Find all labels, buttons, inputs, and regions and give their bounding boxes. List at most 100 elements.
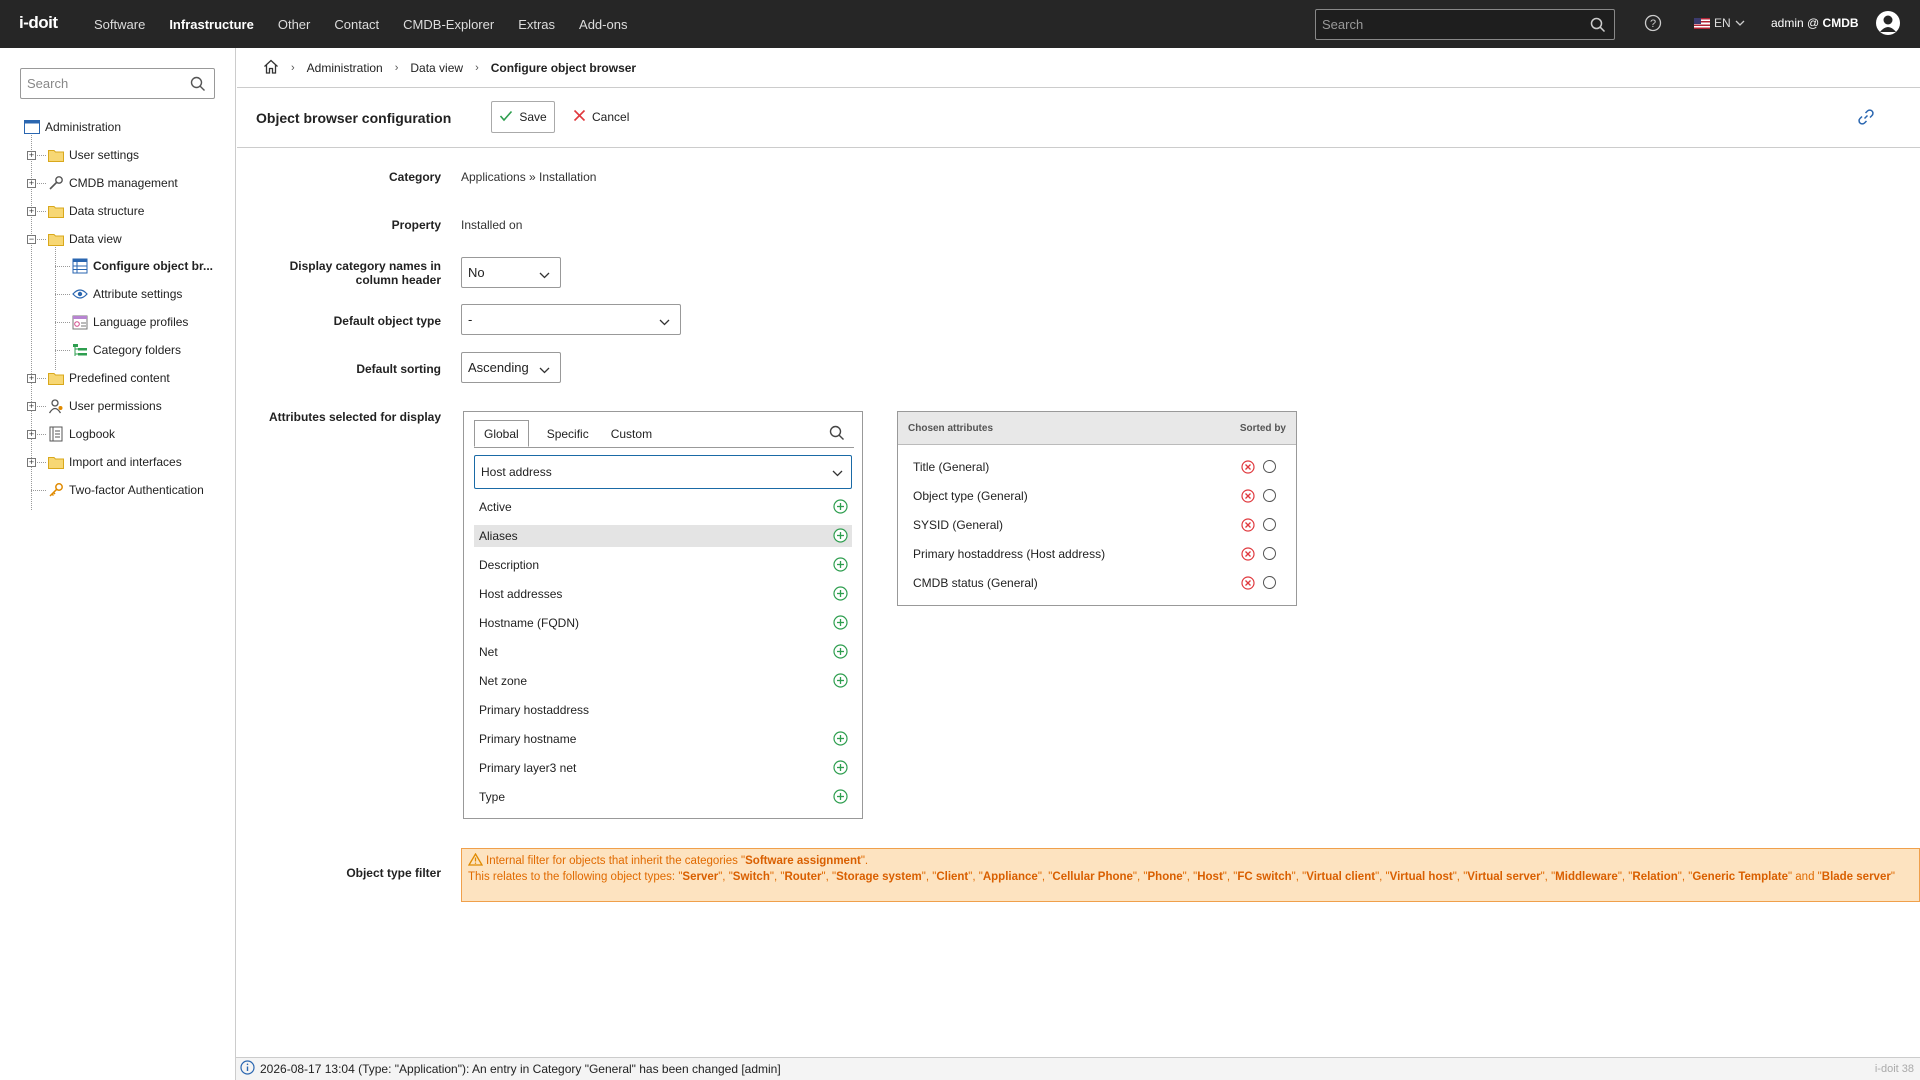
link-icon[interactable] [1857,108,1875,129]
attribute-item-label: Active [479,500,512,514]
sort-radio[interactable] [1263,489,1276,502]
app-logo[interactable]: i-doit [19,13,58,33]
sort-radio[interactable] [1263,576,1276,589]
global-search-input[interactable] [1316,10,1614,39]
add-circle-icon[interactable] [833,731,848,749]
breadcrumb-item[interactable]: Data view [410,61,463,75]
remove-circle-icon[interactable] [1241,489,1255,506]
add-circle-icon[interactable] [833,673,848,691]
remove-circle-icon[interactable] [1241,460,1255,477]
tab-global[interactable]: Global [474,420,529,447]
sidebar-item-configure-object-br[interactable]: Configure object br... [72,256,213,276]
sidebar-item-cmdb-management[interactable]: CMDB management [48,173,178,193]
attribute-item[interactable]: Active [474,496,852,518]
sidebar-item-logbook[interactable]: Logbook [48,424,115,444]
global-search[interactable] [1315,9,1615,40]
add-circle-icon[interactable] [833,557,848,575]
attribute-item[interactable]: Primary hostaddress [474,699,852,721]
home-icon[interactable] [263,59,279,77]
topnav-item-other[interactable]: Other [266,17,323,32]
add-circle-icon[interactable] [833,760,848,778]
attribute-item[interactable]: Net [474,641,852,663]
topnav-item-infrastructure[interactable]: Infrastructure [157,17,266,32]
attribute-item[interactable]: Description [474,554,852,576]
sidebar-item-label: Configure object br... [93,259,214,273]
sidebar-item-data-view[interactable]: Data view [48,229,122,249]
sort-radio[interactable] [1263,518,1276,531]
topnav-item-extras[interactable]: Extras [506,17,567,32]
expand-icon[interactable]: + [27,374,36,383]
sidebar-item-two-factor-authentication[interactable]: Two-factor Authentication [48,480,204,500]
collapse-icon[interactable]: − [27,235,36,244]
topnav-item-software[interactable]: Software [82,17,157,32]
display-names-select[interactable]: No [461,257,561,288]
save-button[interactable]: Save [491,101,555,133]
search-icon[interactable] [829,425,845,444]
default-sorting-select[interactable]: Ascending [461,352,561,383]
topnav-item-cmdb-explorer[interactable]: CMDB-Explorer [391,17,506,32]
attribute-item[interactable]: Primary hostname [474,728,852,750]
sort-radio[interactable] [1263,460,1276,473]
sidebar-item-predefined-content[interactable]: Predefined content [48,368,170,388]
tab-specific[interactable]: Specific [537,420,599,447]
sidebar-item-data-structure[interactable]: Data structure [48,201,144,221]
add-circle-icon[interactable] [833,586,848,604]
expand-icon[interactable]: + [27,402,36,411]
attribute-item[interactable]: Host addresses [474,583,852,605]
cancel-button[interactable]: Cancel [573,101,629,133]
chevron-down-icon [539,362,550,377]
expand-icon[interactable]: + [27,207,36,216]
attribute-item[interactable]: Primary layer3 net [474,757,852,779]
add-circle-icon[interactable] [833,789,848,807]
sidebar-item-label: Attribute settings [93,287,183,301]
expand-icon[interactable]: + [27,458,36,467]
search-icon[interactable] [190,76,206,95]
help-icon[interactable]: ? [1644,14,1662,35]
default-type-select[interactable]: - [461,304,681,335]
attribute-item[interactable]: Type [474,786,852,808]
breadcrumb: › Administration › Data view › Configure… [237,48,1920,88]
topnav-item-add-ons[interactable]: Add-ons [567,17,639,32]
add-circle-icon[interactable] [833,644,848,662]
sidebar-item-user-settings[interactable]: User settings [48,145,139,165]
add-circle-icon[interactable] [833,528,848,546]
sidebar-item-administration[interactable]: Administration [24,117,121,137]
expand-icon[interactable]: + [27,151,36,160]
tree-line [55,322,70,323]
add-circle-icon[interactable] [833,615,848,633]
attribute-item[interactable]: Net zone [474,670,852,692]
search-icon[interactable] [1590,17,1606,36]
remove-circle-icon[interactable] [1241,576,1255,593]
language-selector[interactable]: EN [1694,16,1745,30]
attribute-item[interactable]: Hostname (FQDN) [474,612,852,634]
property-value: Installed on [461,218,523,232]
breadcrumb-item[interactable]: Administration [307,61,383,75]
notice-line-1: Internal filter for objects that inherit… [467,852,1913,870]
attribute-group-select[interactable]: Host address [474,455,852,489]
topnav-item-contact[interactable]: Contact [322,17,391,32]
attribute-item[interactable]: Aliases [474,525,852,547]
object-type-name: Blade server [1821,871,1891,883]
sidebar-item-category-folders[interactable]: Category folders [72,340,181,360]
object-type-name: Host [1197,871,1223,883]
user-menu[interactable]: admin @ CMDB [1771,16,1859,30]
sidebar-search-input[interactable] [21,69,214,98]
chosen-attribute-label: CMDB status (General) [913,576,1038,590]
sidebar-item-user-permissions[interactable]: User permissions [48,396,162,416]
remove-circle-icon[interactable] [1241,547,1255,564]
expand-icon[interactable]: + [27,179,36,188]
expand-icon[interactable]: + [27,430,36,439]
attribute-group-value: Host address [481,465,552,479]
remove-circle-icon[interactable] [1241,518,1255,535]
add-circle-icon[interactable] [833,499,848,517]
sidebar-search[interactable] [20,68,215,99]
object-type-name: Cellular Phone [1052,871,1133,883]
sort-radio[interactable] [1263,547,1276,560]
tab-custom[interactable]: Custom [601,420,662,447]
sidebar-item-import-and-interfaces[interactable]: Import and interfaces [48,452,182,472]
sidebar-item-language-profiles[interactable]: Language profiles [72,312,188,332]
notice-text: ". [860,855,869,867]
avatar[interactable] [1876,11,1900,35]
sidebar-item-attribute-settings[interactable]: Attribute settings [72,284,182,304]
sidebar-item-label: Language profiles [93,315,189,329]
